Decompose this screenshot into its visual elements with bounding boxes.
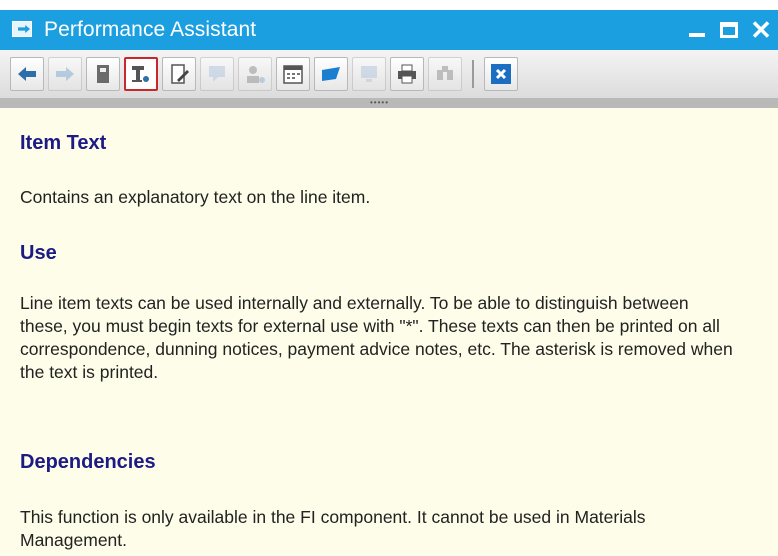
book-icon[interactable] xyxy=(86,57,120,91)
section-heading: Dependencies xyxy=(20,451,156,473)
title-bar: Performance Assistant ✕ xyxy=(0,10,778,50)
section-body: Contains an explanatory text on the line… xyxy=(20,187,371,207)
maximize-icon[interactable] xyxy=(718,19,740,41)
print-icon[interactable] xyxy=(390,57,424,91)
calendar-icon[interactable] xyxy=(276,57,310,91)
comment-icon[interactable] xyxy=(200,57,234,91)
find-icon[interactable] xyxy=(428,57,462,91)
window-controls: ✕ xyxy=(686,17,772,43)
window-app-icon xyxy=(12,21,34,39)
display-icon[interactable] xyxy=(352,57,386,91)
flag-icon[interactable] xyxy=(314,57,348,91)
window-title: Performance Assistant xyxy=(44,18,257,41)
edit-document-icon[interactable] xyxy=(162,57,196,91)
toolbar xyxy=(0,50,778,98)
minimize-icon[interactable] xyxy=(686,19,708,41)
section-body: Line item texts can be used internally a… xyxy=(20,293,733,382)
pane-splitter[interactable]: ••••• xyxy=(0,98,778,108)
section-heading: Item Text xyxy=(20,132,107,154)
forward-arrow-icon[interactable] xyxy=(48,57,82,91)
help-content: Item Text Contains an explanatory text o… xyxy=(0,108,778,556)
section-heading: Use xyxy=(20,242,57,264)
close-icon[interactable]: ✕ xyxy=(750,17,772,43)
back-arrow-icon[interactable] xyxy=(10,57,44,91)
toolbar-separator xyxy=(472,60,474,88)
close-window-icon[interactable] xyxy=(484,57,518,91)
splitter-grip-icon[interactable]: ••••• xyxy=(370,99,389,107)
user-settings-icon[interactable] xyxy=(238,57,272,91)
technical-info-icon[interactable] xyxy=(124,57,158,91)
performance-assistant-window: Performance Assistant ✕ ••••• Item Text … xyxy=(0,0,778,556)
section-body: This function is only available in the F… xyxy=(20,507,646,550)
